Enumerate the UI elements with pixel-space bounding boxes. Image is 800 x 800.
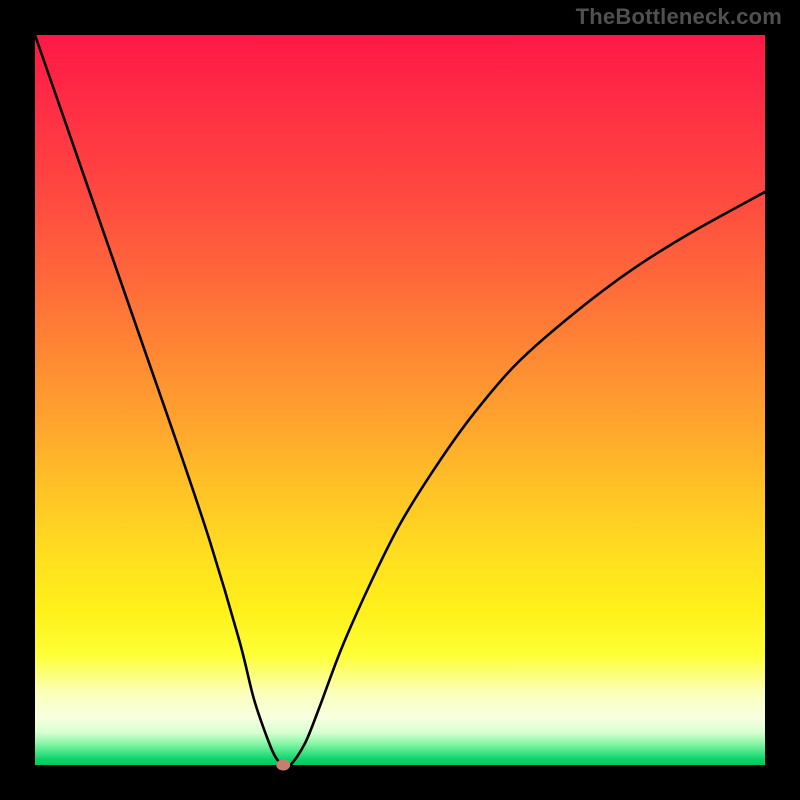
marker-dot (276, 760, 290, 771)
bottleneck-curve-path (35, 35, 765, 767)
watermark-text: TheBottleneck.com (576, 4, 782, 30)
bottleneck-curve-svg (35, 35, 765, 765)
plot-area (35, 35, 765, 765)
chart-container: TheBottleneck.com (0, 0, 800, 800)
